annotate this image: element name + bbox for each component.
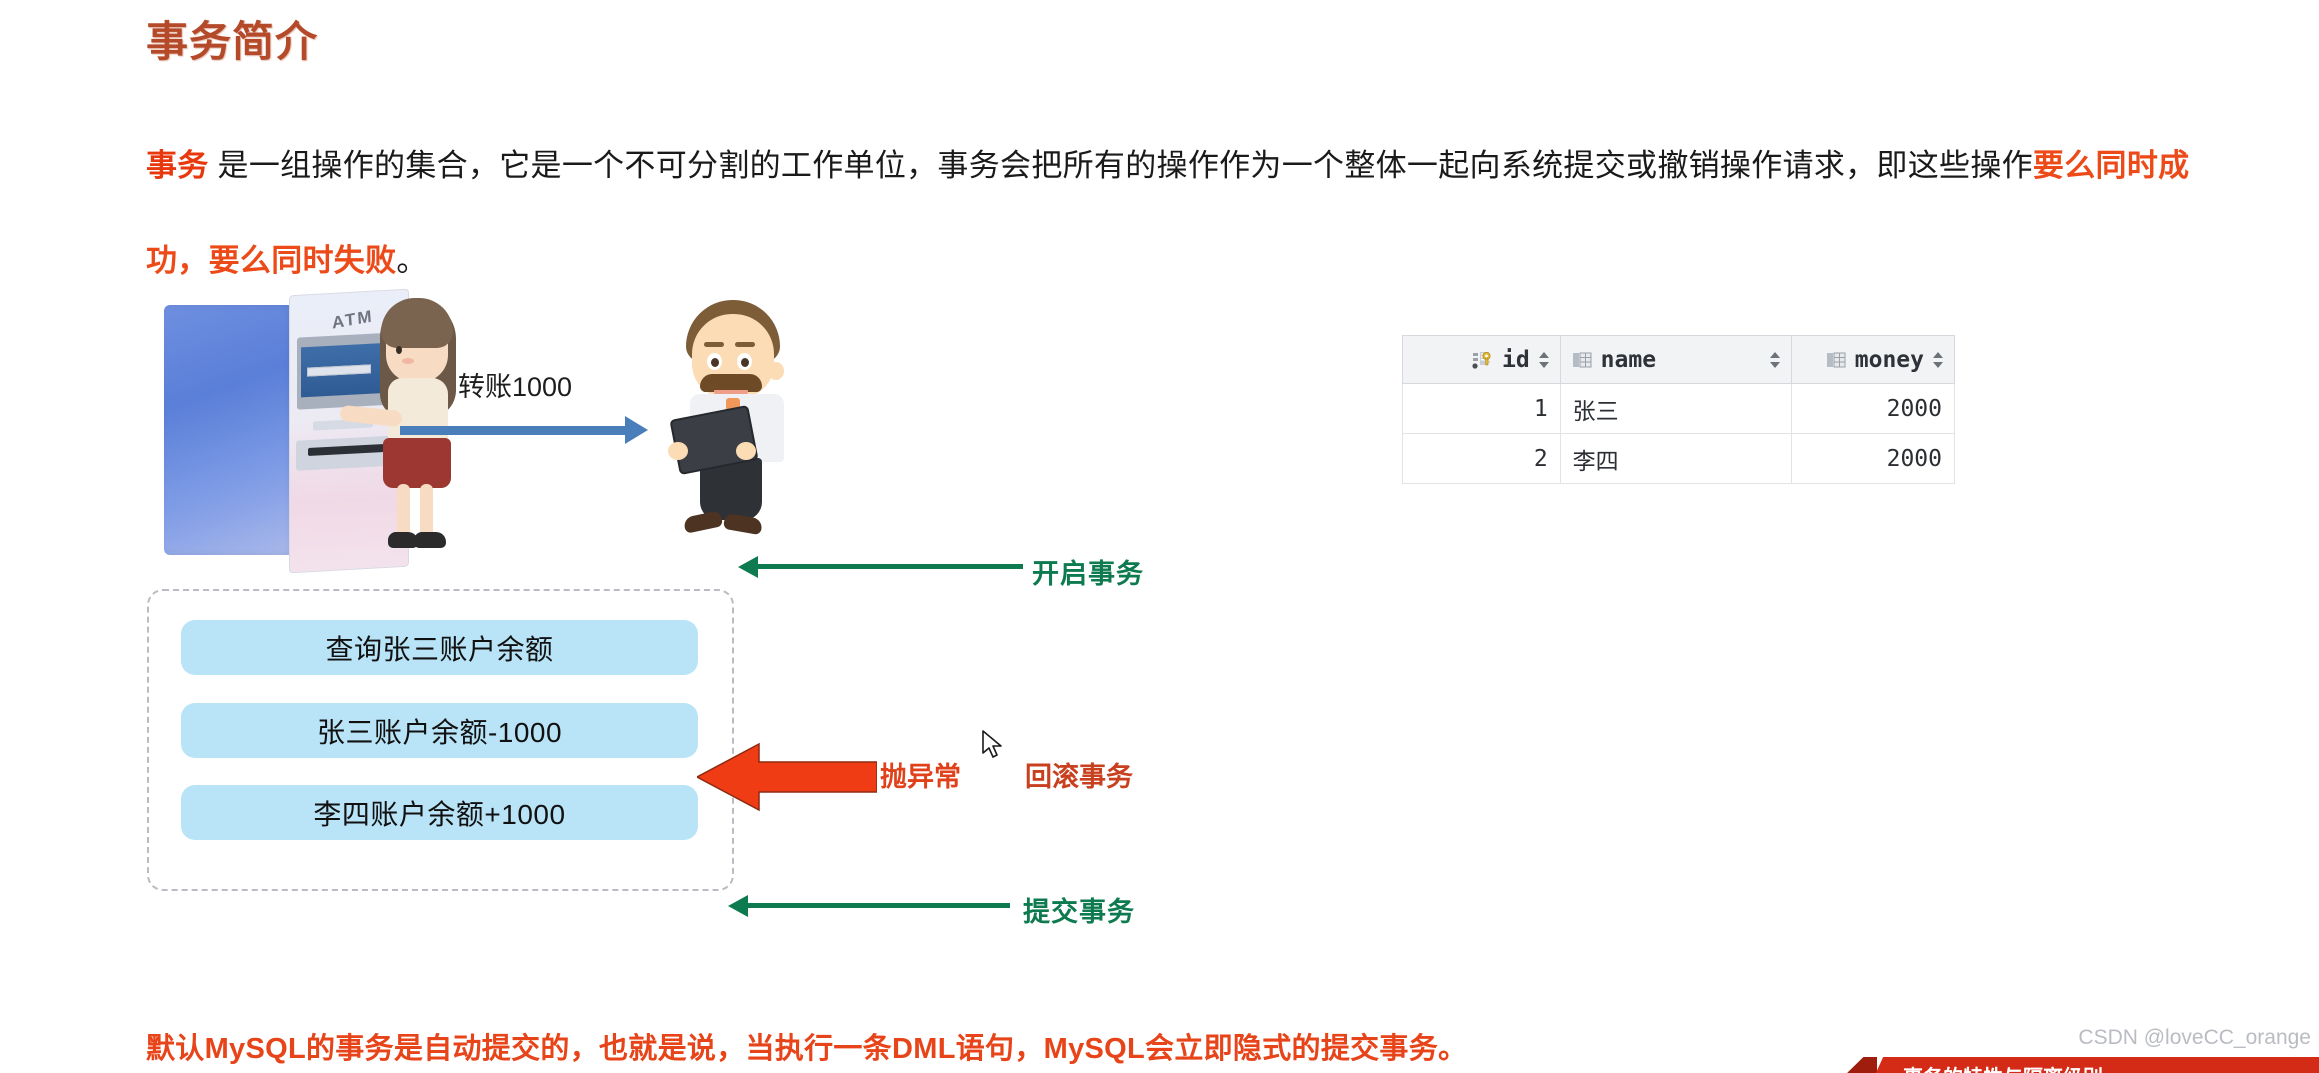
transfer-arrow-line xyxy=(400,426,628,435)
table-row[interactable]: 1 张三 2000 xyxy=(1402,383,1955,434)
table-header-id[interactable]: id xyxy=(1402,335,1561,384)
cell-money: 2000 xyxy=(1791,433,1955,484)
cell-name: 张三 xyxy=(1559,383,1793,434)
man-shoe-left xyxy=(682,510,724,534)
table-header-money-label: money xyxy=(1854,346,1924,373)
man-hand-right xyxy=(736,442,756,460)
girl-leg-left xyxy=(397,484,410,538)
atm-machine-body xyxy=(164,305,294,555)
intro-paragraph: 事务 是一组操作的集合，它是一个不可分割的工作单位，事务会把所有的操作作为一个整… xyxy=(146,118,2206,308)
man-pupil-right xyxy=(741,358,749,367)
rollback-transaction-label: 回滚事务 xyxy=(1025,762,1133,792)
transfer-arrow-icon xyxy=(625,416,648,444)
step-label: 李四账户余额+1000 xyxy=(313,798,566,830)
step-label: 查询张三账户余额 xyxy=(325,633,554,665)
transfer-amount-label: 转账1000 xyxy=(458,372,573,402)
csdn-watermark: CSDN @loveCC_orange xyxy=(2078,1026,2311,1049)
begin-transaction-label: 开启事务 xyxy=(1032,559,1144,589)
intro-text-part1: 是一组操作的集合，它是一个不可分割的工作单位，事务会把所有的操作作为一个整体一起… xyxy=(208,148,2033,183)
commit-transaction-label: 提交事务 xyxy=(1023,897,1135,927)
sort-toggle-money[interactable] xyxy=(1932,350,1944,370)
man-hand-left xyxy=(668,442,688,460)
intro-text-part2: 。 xyxy=(396,243,428,278)
cell-id: 1 xyxy=(1402,383,1561,434)
table-row[interactable]: 2 李四 2000 xyxy=(1402,433,1955,484)
rollback-arrow-icon xyxy=(697,742,877,812)
account-table: id name money 1 张三 2000 2 李四 2000 xyxy=(1402,335,1955,484)
commit-transaction-arrow-icon xyxy=(728,895,748,917)
table-header-id-label: id xyxy=(1501,346,1530,373)
footer-note: 默认MySQL的事务是自动提交的，也就是说，当执行一条DML语句，MySQL会立… xyxy=(146,1033,1468,1065)
man-ear xyxy=(768,362,784,380)
girl-leg-right xyxy=(420,484,433,538)
mouse-cursor-icon xyxy=(982,730,1006,762)
girl-hair-front xyxy=(381,298,453,348)
man-eyebrow-right xyxy=(735,342,755,347)
column-icon xyxy=(1825,350,1847,370)
throw-exception-label: 抛异常 xyxy=(880,762,961,792)
cell-money: 2000 xyxy=(1791,383,1955,434)
intro-term: 事务 xyxy=(146,148,209,183)
step-chip-credit: 李四账户余额+1000 xyxy=(181,785,698,840)
bottom-ribbon-banner: 事务的特性与隔离级别 xyxy=(1843,1057,2319,1073)
transaction-illustration: ATM 转账1000 xyxy=(0,288,1000,590)
man-pupil-left xyxy=(711,358,719,367)
table-header-row: id name money xyxy=(1402,335,1955,384)
sort-toggle-id[interactable] xyxy=(1538,350,1550,370)
cell-name: 李四 xyxy=(1559,433,1793,484)
cell-id: 2 xyxy=(1402,433,1561,484)
girl-eye xyxy=(396,346,402,354)
table-header-money[interactable]: money xyxy=(1791,335,1955,384)
girl-blush xyxy=(402,358,414,364)
begin-transaction-arrow-icon xyxy=(738,556,758,578)
man-shoe-right xyxy=(722,512,764,536)
man-eyebrow-left xyxy=(704,342,724,347)
sort-toggle-name[interactable] xyxy=(1769,350,1781,370)
table-header-name-label: name xyxy=(1600,346,1657,373)
commit-transaction-arrow-line xyxy=(748,903,1010,908)
girl-shoe-right xyxy=(414,532,446,548)
table-header-name[interactable]: name xyxy=(1559,335,1793,384)
page-title: 事务简介 xyxy=(146,18,319,65)
ribbon-tail xyxy=(1843,1057,1877,1073)
girl-skirt xyxy=(383,438,451,488)
step-chip-query-balance: 查询张三账户余额 xyxy=(181,620,698,675)
step-chip-debit: 张三账户余额-1000 xyxy=(181,703,698,758)
ribbon-text: 事务的特性与隔离级别 xyxy=(1903,1061,2103,1073)
primary-key-icon xyxy=(1472,350,1494,370)
step-label: 张三账户余额-1000 xyxy=(316,716,563,748)
begin-transaction-arrow-line xyxy=(758,564,1023,569)
column-icon xyxy=(1571,350,1593,370)
